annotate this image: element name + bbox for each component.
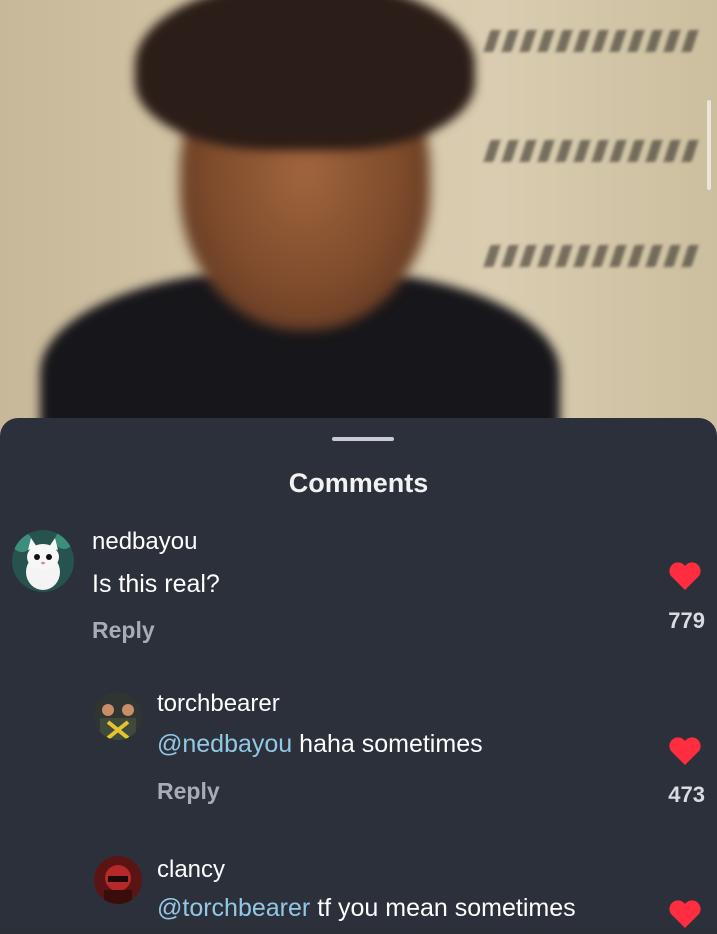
like-count: 779 bbox=[668, 608, 705, 633]
comment-text: @nedbayou haha sometimes bbox=[157, 730, 483, 759]
wall-writing bbox=[483, 30, 701, 52]
heart-icon[interactable] bbox=[668, 561, 702, 591]
heart-icon[interactable] bbox=[668, 899, 702, 929]
comment-username[interactable]: nedbayou bbox=[92, 528, 197, 556]
reply-button[interactable]: Reply bbox=[92, 617, 155, 644]
comment-body: Is this real? bbox=[92, 570, 220, 598]
mention-link[interactable]: @torchbearer bbox=[157, 894, 310, 922]
heart-icon[interactable] bbox=[668, 736, 702, 766]
comment-body: haha sometimes bbox=[299, 730, 483, 758]
person-hair bbox=[135, 0, 475, 150]
wall-writing bbox=[483, 245, 701, 267]
comment-username[interactable]: torchbearer bbox=[157, 690, 280, 718]
sheet-title: Comments bbox=[288, 468, 429, 498]
mention-link[interactable]: @nedbayou bbox=[157, 730, 292, 758]
comment-body: tf you mean sometimes bbox=[317, 894, 576, 922]
wall-writing bbox=[483, 140, 701, 162]
scroll-indicator[interactable] bbox=[707, 100, 711, 190]
white-cat-avatar[interactable] bbox=[12, 530, 74, 592]
background-photo bbox=[0, 0, 717, 440]
comment-text: Is this real? bbox=[92, 570, 220, 599]
band-photo-avatar[interactable] bbox=[94, 692, 142, 740]
drag-handle[interactable] bbox=[332, 437, 394, 441]
comments-sheet: Comments nedbayou Is this real? Reply 77… bbox=[0, 418, 717, 929]
reply-button[interactable]: Reply bbox=[157, 778, 220, 805]
comment-text: @torchbearer tf you mean sometimes bbox=[157, 894, 576, 923]
like-count: 473 bbox=[668, 782, 705, 807]
masked-figure-avatar[interactable] bbox=[94, 856, 142, 904]
comment-username[interactable]: clancy bbox=[157, 856, 225, 884]
